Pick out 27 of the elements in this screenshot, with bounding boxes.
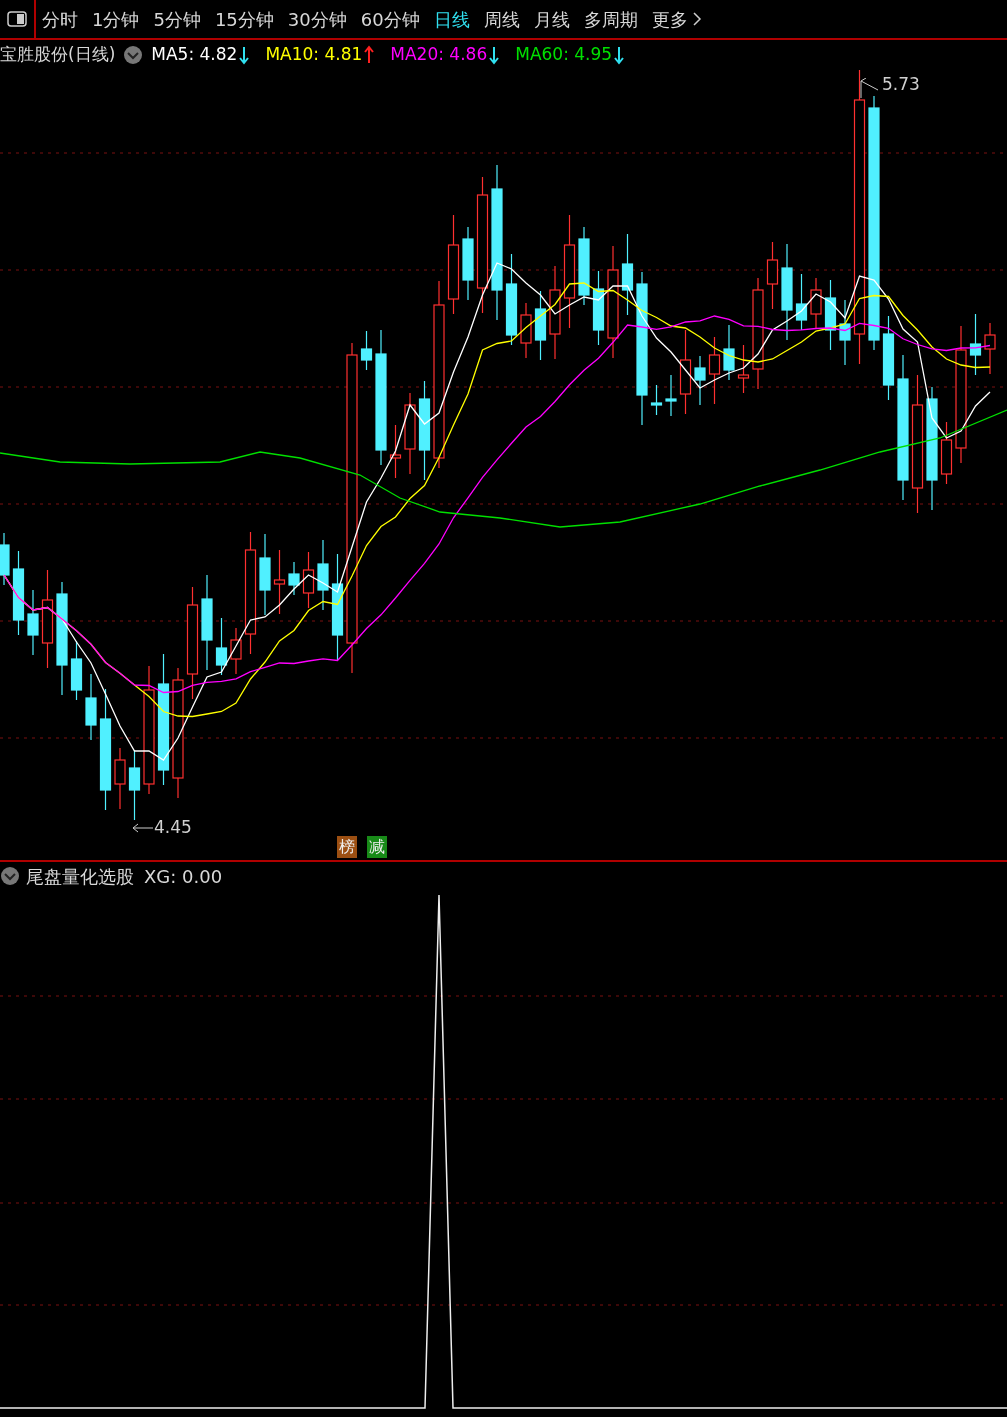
moving-average-label: MA5: 4.82	[151, 43, 238, 67]
period-tab[interactable]: 月线	[533, 5, 570, 33]
period-tab[interactable]: 30分钟	[287, 5, 347, 33]
event-badge[interactable]: 减	[367, 836, 387, 858]
high-price-label: 5.73	[882, 73, 920, 96]
panel-toggle-icon[interactable]	[7, 11, 27, 27]
period-tab[interactable]: 60分钟	[360, 5, 420, 33]
indicator-title: 尾盘量化选股	[26, 864, 134, 889]
low-price-label: 4.45	[154, 816, 192, 839]
period-tab[interactable]: 更多	[651, 5, 688, 33]
moving-average-label: MA60: 4.95	[515, 43, 613, 67]
period-tab[interactable]: 多周期	[583, 5, 638, 33]
period-tab[interactable]: 日线	[433, 5, 470, 33]
moving-average-label: MA20: 4.86	[390, 43, 488, 67]
chevron-down-icon[interactable]	[0, 866, 20, 886]
period-tab[interactable]: 分时	[42, 5, 78, 33]
chevron-right-icon[interactable]	[691, 11, 702, 27]
chart-title: 宝胜股份(日线)	[0, 43, 116, 67]
period-tab[interactable]: 1分钟	[92, 5, 140, 33]
period-tab[interactable]: 5分钟	[153, 5, 201, 33]
moving-average-label: MA10: 4.81	[265, 43, 363, 67]
period-tab[interactable]: 周线	[483, 5, 520, 33]
period-tab[interactable]: 15分钟	[214, 5, 274, 33]
event-badge[interactable]: 榜	[337, 836, 357, 858]
indicator-value: XG: 0.00	[144, 864, 223, 889]
chevron-down-icon[interactable]	[123, 45, 144, 65]
leader-line	[132, 821, 154, 834]
